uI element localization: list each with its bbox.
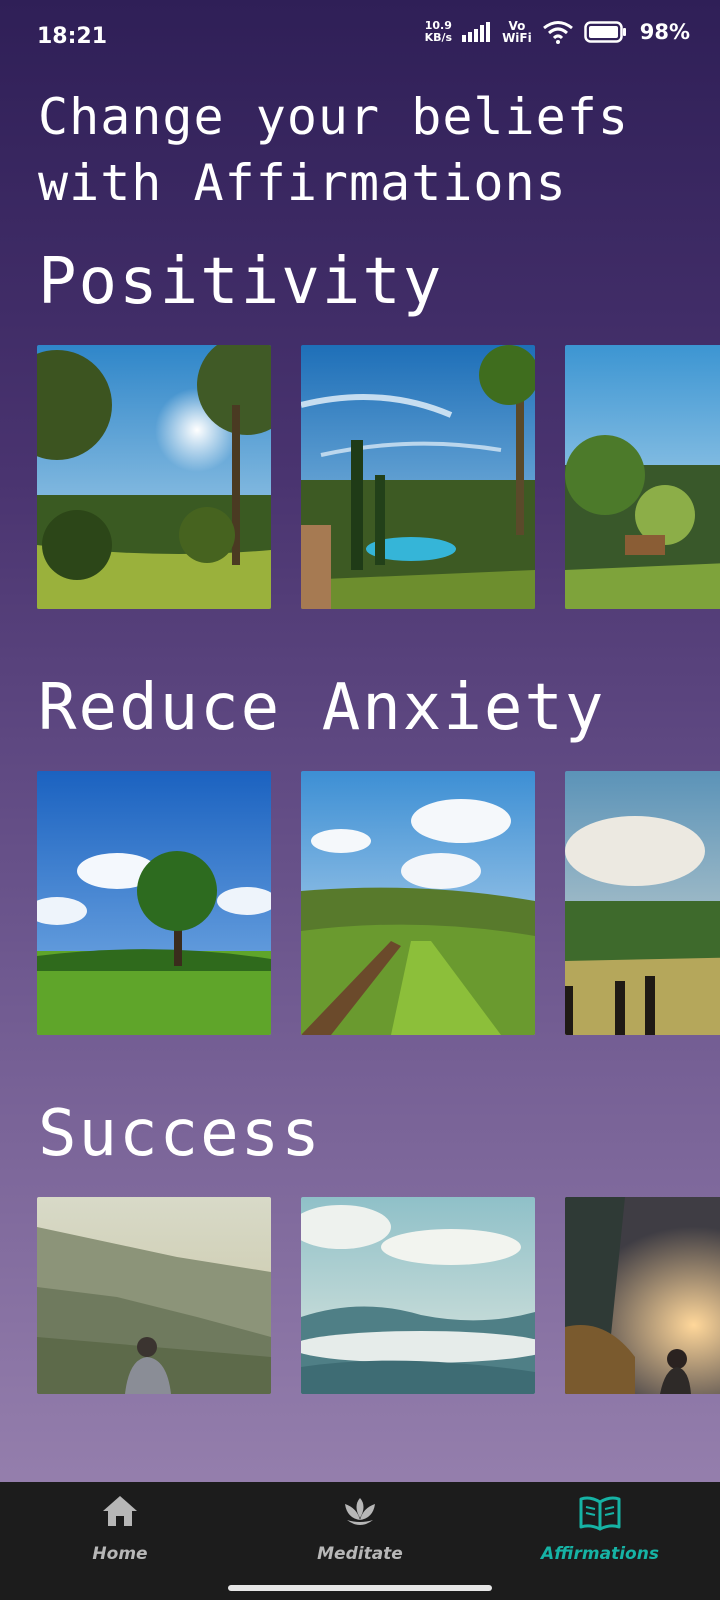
lone-tree-meadow-image — [37, 771, 271, 1035]
network-speed: 10.9 KB/s — [425, 20, 452, 44]
nav-item-home[interactable]: Home — [0, 1482, 240, 1570]
image-row-success[interactable] — [37, 1197, 720, 1394]
card-green-hills-path[interactable] — [301, 771, 535, 1035]
villa-pool-garden-image — [301, 345, 535, 609]
vowifi-label: WiFi — [502, 31, 532, 45]
card-lone-tree-meadow[interactable] — [37, 771, 271, 1035]
image-row-reduce-anxiety[interactable] — [37, 771, 720, 1035]
image-row-positivity[interactable] — [37, 345, 720, 609]
page-title: Change your beliefs with Affirmations — [38, 88, 629, 212]
card-villa-pool-garden[interactable] — [301, 345, 535, 609]
nav-label-meditate: Meditate — [317, 1544, 403, 1564]
card-sunlit-garden[interactable] — [37, 345, 271, 609]
sunlit-garden-image — [37, 345, 271, 609]
section-title-reduce-anxiety: Reduce Anxiety — [38, 671, 606, 745]
battery-percent: 98% — [639, 20, 690, 44]
misty-valley-image — [301, 1197, 535, 1394]
wifi-icon — [542, 21, 573, 44]
signal-icon — [462, 22, 491, 42]
home-indicator[interactable] — [228, 1585, 492, 1591]
card-man-overlooking-mountains[interactable] — [37, 1197, 271, 1394]
status-time: 18:21 — [37, 24, 108, 49]
card-sunset-cliff[interactable] — [565, 1197, 720, 1394]
cloudy-pasture-image — [565, 771, 720, 1035]
green-hills-path-image — [301, 771, 535, 1035]
card-misty-valley[interactable] — [301, 1197, 535, 1394]
open-book-icon — [579, 1496, 621, 1531]
nav-label-affirmations: Affirmations — [541, 1544, 659, 1564]
nav-item-affirmations[interactable]: Affirmations — [480, 1482, 720, 1570]
nav-label-home: Home — [92, 1544, 148, 1564]
bottom-navigation: Home Meditate Affirmations — [0, 1482, 720, 1600]
nav-item-meditate[interactable]: Meditate — [240, 1482, 480, 1570]
lotus-icon — [345, 1498, 375, 1525]
card-terrace-garden[interactable] — [565, 345, 720, 609]
card-cloudy-pasture[interactable] — [565, 771, 720, 1035]
man-overlooking-mountains-image — [37, 1197, 271, 1394]
battery-icon — [583, 21, 626, 43]
sunset-cliff-image — [565, 1197, 720, 1394]
status-icons: 10.9 KB/s Vo WiFi 98% — [425, 20, 690, 44]
network-speed-unit: KB/s — [424, 31, 453, 44]
section-title-positivity: Positivity — [38, 245, 444, 319]
vowifi-indicator: Vo WiFi — [502, 20, 532, 44]
status-bar: 18:21 10.9 KB/s Vo WiFi 98% — [0, 0, 720, 72]
terrace-garden-image — [565, 345, 720, 609]
section-title-success: Success — [38, 1097, 322, 1171]
home-icon — [103, 1496, 137, 1526]
